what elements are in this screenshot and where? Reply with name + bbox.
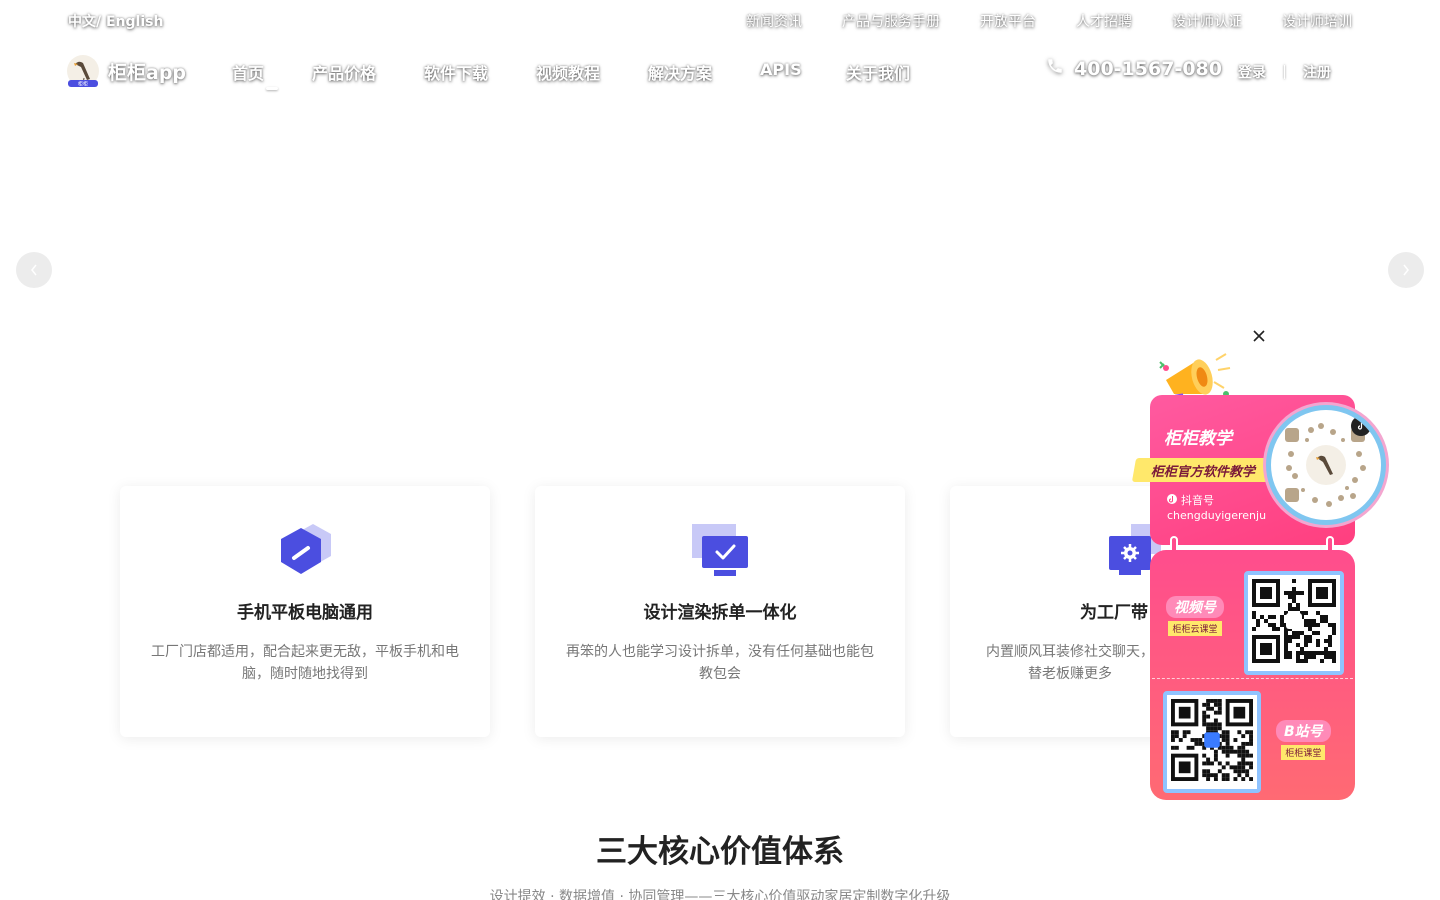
bilibili-sub: 柜柜课堂	[1281, 745, 1326, 760]
tutorial-promo-popup: 柜柜教学 柜柜官方软件教学 抖音号 chengduyigerenju 视频号 柜…	[1130, 350, 1392, 802]
nav-item-home[interactable]: 首页	[232, 60, 312, 90]
douyin-qr-code[interactable]	[1266, 405, 1386, 525]
douyin-id: chengduyigerenju	[1167, 509, 1267, 522]
douyin-label-text: 抖音号	[1181, 494, 1214, 507]
feature-desc: 工厂门店都适用，配合起来更无敌，平板手机和电脑，随时随地找得到	[151, 644, 459, 682]
douyin-icon	[1167, 493, 1177, 507]
nav-item-pricing[interactable]: 产品价格	[312, 60, 424, 84]
phone-number: 400-1567-080	[1074, 57, 1222, 80]
video-channel-tag: 视频号 柜柜云课堂	[1166, 596, 1224, 636]
nav-item-video-tutorials[interactable]: 视频教程	[536, 60, 648, 84]
auth-links: 登录 注册	[1238, 62, 1331, 82]
login-link[interactable]: 登录	[1238, 62, 1266, 82]
brand-name: 柜柜app	[108, 61, 187, 84]
section-subtitle: 设计提效 · 数据增值 · 协同管理——三大核心价值驱动家居定制数字化升级	[489, 889, 951, 900]
logo-icon: 柜柜	[66, 54, 100, 88]
phone-contact[interactable]: 400-1567-080	[1046, 57, 1222, 80]
top-link-news[interactable]: 新闻资讯	[746, 11, 802, 31]
top-utility-bar: 中文/ English 新闻资讯 产品与服务手册 开放平台 人才招聘 设计师认证…	[0, 0, 1440, 40]
top-link-designer-cert[interactable]: 设计师认证	[1172, 11, 1242, 31]
carousel-next-button[interactable]	[1388, 252, 1424, 288]
top-link-manual[interactable]: 产品与服务手册	[842, 11, 940, 31]
carousel-prev-button[interactable]	[16, 252, 52, 288]
top-link-designer-training[interactable]: 设计师培训	[1282, 11, 1352, 31]
register-link[interactable]: 注册	[1303, 62, 1331, 82]
chevron-right-icon	[1403, 264, 1409, 276]
promo-banner-text: 柜柜官方软件教学	[1150, 464, 1255, 480]
hexagon-slash-icon	[275, 522, 335, 582]
feature-title: 设计渲染拆单一体化	[643, 603, 797, 623]
promo-close-button[interactable]	[1250, 327, 1268, 345]
video-channel-qr-code[interactable]	[1244, 571, 1344, 675]
feature-card-design-render: 设计渲染拆单一体化 再笨的人也能学习设计拆单，没有任何基础也能包教包会	[535, 486, 905, 737]
bilibili-label: B站号	[1276, 720, 1331, 742]
nav-item-download[interactable]: 软件下载	[424, 60, 536, 84]
promo-banner: 柜柜官方软件教学	[1131, 458, 1275, 482]
nav-menu: 首页 产品价格 软件下载 视频教程 解决方案 APIS 关于我们	[232, 60, 926, 90]
phone-icon	[1046, 57, 1064, 80]
tiktok-badge-icon	[1351, 416, 1371, 436]
nav-item-solutions[interactable]: 解决方案	[648, 60, 760, 84]
top-links: 新闻资讯 产品与服务手册 开放平台 人才招聘 设计师认证 设计师培训	[746, 11, 1352, 31]
feature-title: 手机平板电脑通用	[237, 603, 373, 623]
section-title: 三大核心价值体系	[596, 834, 844, 870]
logo[interactable]: 柜柜 柜柜app	[66, 54, 186, 88]
main-nav: 柜柜 柜柜app 首页 产品价格 软件下载 视频教程 解决方案 APIS 关于我…	[0, 46, 1440, 94]
logo-badge: 柜柜	[78, 81, 88, 88]
top-link-careers[interactable]: 人才招聘	[1076, 11, 1132, 31]
video-channel-label: 视频号	[1166, 596, 1224, 618]
bilibili-qr-code[interactable]	[1163, 691, 1261, 793]
douyin-label: 抖音号	[1167, 492, 1214, 508]
auth-divider	[1284, 65, 1285, 79]
nav-item-apis[interactable]: APIS	[760, 60, 846, 84]
promo-title: 柜柜教学	[1164, 429, 1232, 449]
bilibili-tag: B站号 柜柜课堂	[1276, 720, 1331, 760]
close-icon	[1253, 330, 1265, 342]
nav-item-about[interactable]: 关于我们	[846, 60, 926, 84]
promo-divider	[1152, 678, 1353, 679]
chevron-left-icon	[31, 264, 37, 276]
feature-card-multi-device: 手机平板电脑通用 工厂门店都适用，配合起来更无敌，平板手机和电脑，随时随地找得到	[120, 486, 490, 737]
video-channel-sub: 柜柜云课堂	[1168, 621, 1222, 636]
language-switch[interactable]: 中文/ English	[68, 11, 163, 31]
monitor-check-icon	[690, 522, 750, 582]
top-link-open-platform[interactable]: 开放平台	[980, 11, 1036, 31]
feature-desc: 再笨的人也能学习设计拆单，没有任何基础也能包教包会	[566, 644, 874, 682]
